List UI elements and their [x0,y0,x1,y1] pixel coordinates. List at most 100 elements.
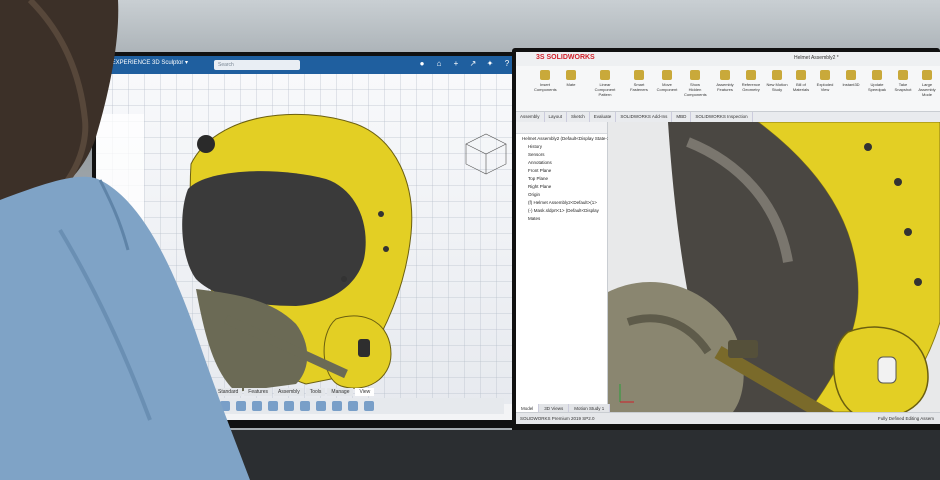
torus-icon[interactable] [284,401,294,411]
large-assembly-icon [922,70,932,80]
command-tabs: Assembly Layout Sketch Evaluate SOLIDWOR… [516,112,940,122]
tree-toolbar [516,122,607,134]
reference-geometry-button[interactable]: Reference Geometry [740,70,762,92]
sculptor-top-icons: ● ⌂ + ↗ ✦ ? [417,59,512,69]
insert-components-button[interactable]: Insert Components [534,70,557,92]
bill-of-materials-icon [796,70,806,80]
tree-item[interactable]: History [516,142,607,150]
solidworks-logo: 3S SOLIDWORKS [536,54,595,61]
ribbon-label: Instant3D [842,82,860,87]
move-icon[interactable] [364,401,374,411]
ribbon-label: New Motion Study [766,82,788,92]
tab-mbd[interactable]: MBD [672,112,692,122]
tab-assembly[interactable]: Assembly [516,112,545,122]
command-manager-ribbon: Insert Components Mate Linear Component … [516,66,940,112]
tab-layout[interactable]: Layout [545,112,568,122]
take-snapshot-button[interactable]: Take Snapshot [892,70,914,92]
mate-button[interactable]: Mate [560,70,582,87]
tree-item[interactable]: Annotations [516,158,607,166]
large-assembly-button[interactable]: Large Assembly Mode [916,70,938,97]
status-version: SOLIDWORKS Premium 2019 SP2.0 [520,416,595,421]
ribbon-label: Mate [566,82,576,87]
ribbon-label: Bill of Materials [792,82,810,92]
plane-icon[interactable] [300,401,310,411]
exploded-view-button[interactable]: Exploded View [814,70,836,92]
tree-item[interactable]: (f) Helmet Assembly2<Default>(1> [516,198,607,206]
tab-3d-views[interactable]: 3D Views [539,404,570,412]
instant3d-icon [846,70,856,80]
status-state: Fully Defined Editing Assem [877,416,934,421]
ribbon-label: Assembly Features [716,82,734,92]
feature-manager-tree: Helmet Assembly2 (Default<Display State-… [516,122,614,412]
reference-geometry-icon [746,70,756,80]
show-hidden-icon [690,70,700,80]
ribbon-label: Update Speedpak [867,82,886,92]
instant3d-button[interactable]: Instant3D [840,70,862,87]
tab-tools[interactable]: Tools [305,388,326,396]
mate-icon [566,70,576,80]
tree-item[interactable]: Sensors [516,150,607,158]
tab-view[interactable]: View [355,388,375,396]
tab-manage[interactable]: Manage [327,388,354,396]
tree-item[interactable]: Front Plane [516,166,607,174]
tab-addins[interactable]: SOLIDWORKS Add-Ins [616,112,673,122]
ribbon-label: Linear Component Pattern [594,82,616,97]
assembly-features-icon [720,70,730,80]
bill-of-materials-button[interactable]: Bill of Materials [790,70,812,92]
office-scene: 3DEXPERIENCE 3D Sculptor ▾ Search ● ⌂ + … [0,0,940,480]
user-avatar-icon[interactable]: ● [417,59,427,69]
tree-item[interactable]: Mates [516,214,607,222]
ribbon-label: Move Component [656,82,678,92]
person-at-desk [0,0,250,480]
subdivide-icon[interactable] [316,401,326,411]
show-hidden-button[interactable]: Show Hidden Components [684,70,707,97]
tab-evaluate[interactable]: Evaluate [590,112,617,122]
add-icon[interactable]: + [451,59,461,69]
smart-fasteners-icon [634,70,644,80]
status-bar: SOLIDWORKS Premium 2019 SP2.0 Fully Defi… [516,412,940,424]
insert-components-icon [540,70,550,80]
ribbon-label: Insert Components [534,82,557,92]
tab-sketch[interactable]: Sketch [567,112,590,122]
ribbon-label: Reference Geometry [741,82,761,92]
tab-assembly[interactable]: Assembly [274,388,304,396]
speedpak-icon [872,70,882,80]
window-title: Helmet Assembly2 * [794,55,839,61]
move-component-icon [662,70,672,80]
exploded-view-icon [820,70,830,80]
solidworks-graphics-area[interactable] [608,122,940,412]
solidworks-helmet-model [608,122,940,412]
ribbon-label: Large Assembly Mode [918,82,936,97]
tag-icon[interactable]: ⌂ [434,59,444,69]
camera-icon [898,70,908,80]
sphere-icon[interactable] [268,401,278,411]
share-icon[interactable]: ↗ [468,59,478,69]
ribbon-label: Exploded View [816,82,834,92]
assembly-features-button[interactable]: Assembly Features [714,70,736,92]
tab-inspection[interactable]: SOLIDWORKS Inspection [691,112,753,122]
help-icon[interactable]: ? [502,59,512,69]
tree-item[interactable]: Origin [516,190,607,198]
network-icon[interactable]: ✦ [485,59,495,69]
solidworks-title-bar: 3S SOLIDWORKS Helmet Assembly2 * [516,52,940,66]
tab-motion-study[interactable]: Motion Study 1 [569,404,611,412]
tree-item[interactable]: Right Plane [516,182,607,190]
ribbon-label: Take Snapshot [894,82,912,92]
move-component-button[interactable]: Move Component [656,70,678,92]
tree-item[interactable]: (-) Mask.sldprt<1> (Default<Display [516,206,607,214]
ribbon-label: Show Hidden Components [684,82,707,97]
update-speedpak-button[interactable]: Update Speedpak [866,70,888,92]
symmetry-icon[interactable] [348,401,358,411]
model-tabs: Model 3D Views Motion Study 1 [516,404,611,412]
ribbon-label: Smart Fasteners [630,82,648,92]
right-monitor-screen: 3S SOLIDWORKS Helmet Assembly2 * Insert … [516,52,940,424]
mirror-icon[interactable] [332,401,342,411]
tab-model[interactable]: Model [516,404,540,412]
tree-item[interactable]: Top Plane [516,174,607,182]
motion-study-icon [772,70,782,80]
linear-pattern-button[interactable]: Linear Component Pattern [594,70,616,97]
tree-item[interactable]: Helmet Assembly2 (Default<Display State-… [516,134,614,142]
new-motion-study-button[interactable]: New Motion Study [766,70,788,92]
smart-fasteners-button[interactable]: Smart Fasteners [628,70,650,92]
linear-pattern-icon [600,70,610,80]
